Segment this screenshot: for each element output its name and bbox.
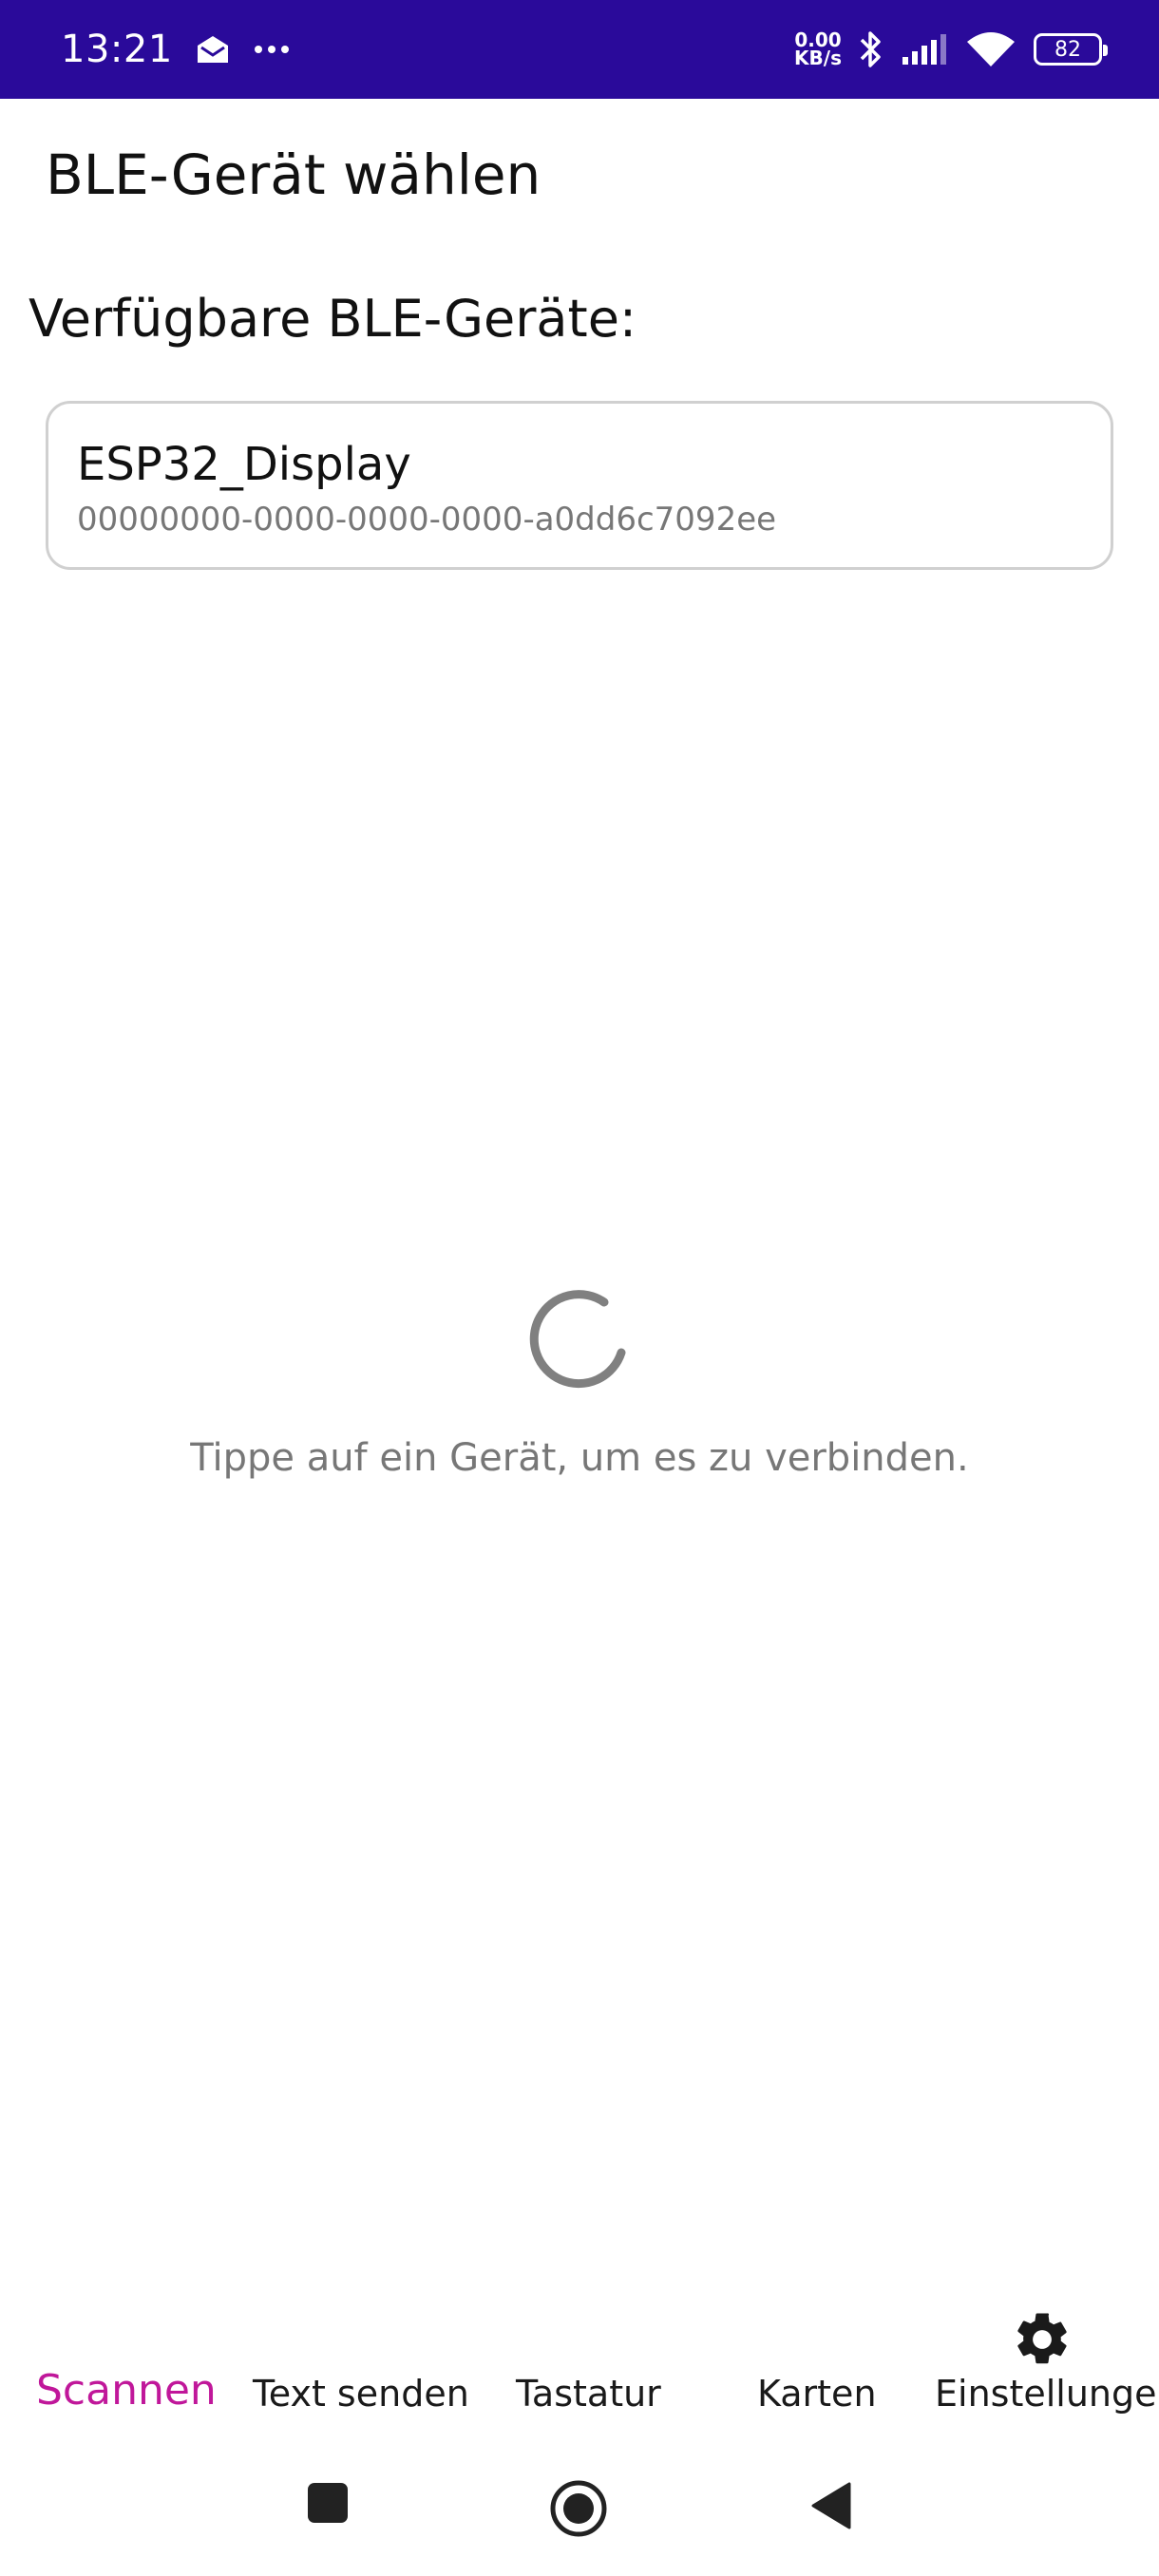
- status-right: 0.00 KB/s 82: [794, 29, 1108, 69]
- tab-scannen[interactable]: Scannen: [36, 2366, 217, 2415]
- battery-level: 82: [1054, 37, 1081, 62]
- battery-icon: 82: [1034, 33, 1108, 66]
- wifi-icon: [967, 32, 1015, 66]
- recents-icon[interactable]: [306, 2481, 350, 2525]
- status-bar: 13:21 0.00 KB/s 82: [0, 0, 1159, 99]
- section-heading: Verfügbare BLE-Geräte:: [28, 289, 637, 349]
- tab-einstellungen[interactable]: Einstellungen: [935, 2373, 1159, 2415]
- tab-text-senden[interactable]: Text senden: [253, 2373, 469, 2415]
- loading-spinner-icon: [529, 1290, 626, 1389]
- tab-tastatur[interactable]: Tastatur: [516, 2373, 661, 2415]
- hint-text: Tippe auf ein Gerät, um es zu verbinden.: [190, 1436, 969, 1480]
- status-time: 13:21: [61, 28, 173, 71]
- page-title: BLE-Gerät wählen: [46, 142, 542, 207]
- more-notifications-icon: [254, 46, 289, 53]
- home-icon[interactable]: [549, 2479, 608, 2538]
- network-speed: 0.00 KB/s: [794, 30, 842, 69]
- bottom-navigation: Scannen Text senden Tastatur Karten Eins…: [0, 2299, 1159, 2441]
- cellular-signal-icon: [902, 34, 946, 65]
- notification-mail-icon: [197, 36, 228, 63]
- screen: 13:21 0.00 KB/s 82 BLE-Gerät wählen Verf…: [0, 0, 1159, 2576]
- network-speed-unit: KB/s: [794, 47, 842, 69]
- bluetooth-icon: [860, 31, 881, 67]
- back-icon[interactable]: [809, 2481, 853, 2530]
- device-list-item[interactable]: ESP32_Display 00000000-0000-0000-0000-a0…: [46, 401, 1113, 570]
- status-left: 13:21: [61, 28, 291, 71]
- device-id: 00000000-0000-0000-0000-a0dd6c7092ee: [77, 501, 777, 539]
- tab-karten[interactable]: Karten: [757, 2373, 877, 2415]
- device-name: ESP32_Display: [77, 438, 411, 491]
